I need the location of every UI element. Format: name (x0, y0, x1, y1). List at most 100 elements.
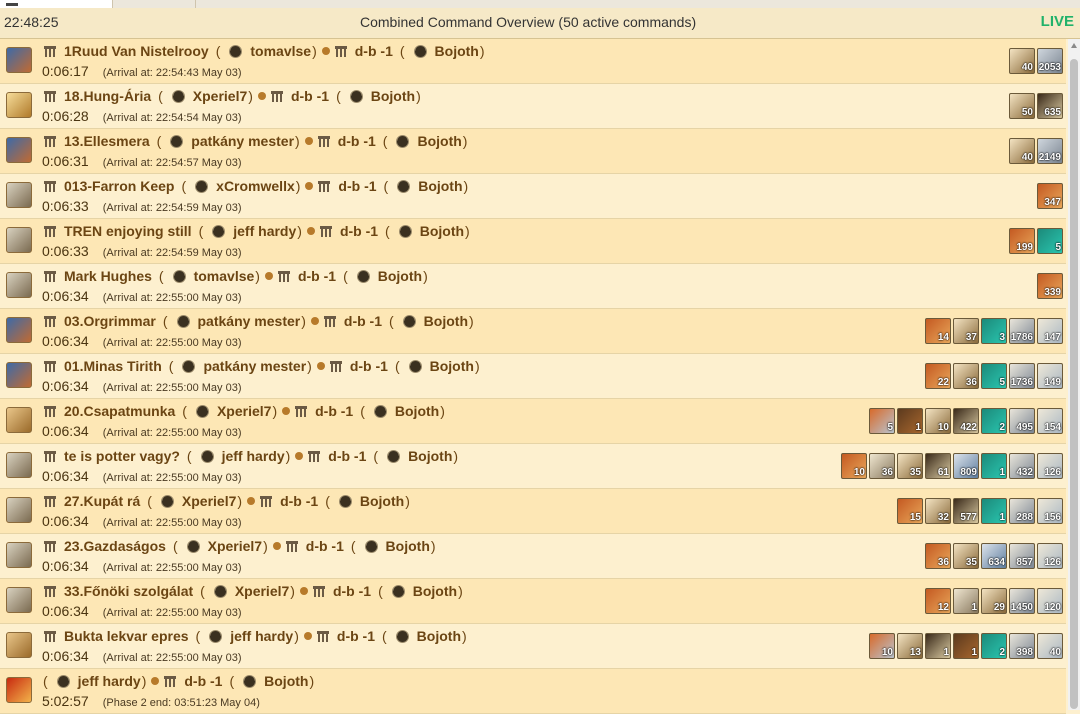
boat-unit-icon[interactable]: 1 (953, 633, 979, 659)
origin-player-link[interactable]: jeff hardy (222, 448, 285, 464)
origin-city-link[interactable]: 013-Farron Keep (64, 178, 174, 194)
sword-icon[interactable] (6, 92, 32, 118)
origin-city-link[interactable]: TREN enjoying still (64, 223, 192, 239)
sea-monster-unit-icon[interactable]: 2 (981, 633, 1007, 659)
target-player-link[interactable]: Bojoth (430, 358, 474, 374)
ship-unit-icon[interactable]: 149 (1037, 363, 1063, 389)
target-city-link[interactable]: d-b -1 (337, 628, 375, 644)
target-player-link[interactable]: Bojoth (386, 538, 430, 554)
flame-unit-icon[interactable]: 339 (1037, 273, 1063, 299)
target-player-link[interactable]: Bojoth (417, 133, 461, 149)
ram-unit-icon[interactable]: 29 (981, 588, 1007, 614)
ram-icon[interactable] (6, 362, 32, 388)
sea-monster-unit-icon[interactable]: 3 (981, 318, 1007, 344)
command-row[interactable]: 20.Csapatmunka (Xperiel7) d-b -1 (Bojoth) 0:… (0, 399, 1066, 444)
origin-player-link[interactable]: patkány mester (198, 313, 301, 329)
ram-icon[interactable] (6, 317, 32, 343)
origin-city-link[interactable]: 33.Főnöki szolgálat (64, 583, 193, 599)
origin-city-link[interactable]: 01.Minas Tirith (64, 358, 162, 374)
origin-player-link[interactable]: jeff hardy (233, 223, 296, 239)
command-row[interactable]: Bukta lekvar epres (jeff hardy) d-b -1 (Boj… (0, 624, 1066, 669)
ram-unit-icon[interactable]: 13 (897, 633, 923, 659)
fireship-unit-icon[interactable]: 10 (869, 633, 895, 659)
ram-unit-icon[interactable]: 35 (953, 543, 979, 569)
command-row[interactable]: (jeff hardy) d-b -1 (Bojoth) 5:02:57 (Phase … (0, 669, 1066, 714)
command-row[interactable]: te is potter vagy? (jeff hardy) d-b -1 (Boj… (0, 444, 1066, 489)
hoplite-unit-icon[interactable]: 1736 (1009, 363, 1035, 389)
ram-unit-icon[interactable]: 37 (953, 318, 979, 344)
origin-city-link[interactable]: 18.Hung-Ária (64, 88, 151, 104)
sail-unit-icon[interactable]: 36 (869, 453, 895, 479)
origin-player-link[interactable]: Xperiel7 (217, 403, 271, 419)
origin-player-link[interactable]: Xperiel7 (182, 493, 236, 509)
target-player-link[interactable]: Bojoth (418, 178, 462, 194)
target-player-link[interactable]: Bojoth (378, 268, 422, 284)
scrollbar[interactable] (1068, 39, 1080, 710)
target-player-link[interactable]: Bojoth (395, 403, 439, 419)
fire-icon[interactable] (6, 677, 32, 703)
hoplite-unit-icon[interactable]: 398 (1009, 633, 1035, 659)
sea-monster-unit-icon[interactable]: 2 (981, 408, 1007, 434)
command-row[interactable]: Mark Hughes (tomavlse) d-b -1 (Bojoth) 0:06:… (0, 264, 1066, 309)
spear-icon[interactable] (6, 407, 32, 433)
target-city-link[interactable]: d-b -1 (355, 43, 393, 59)
target-player-link[interactable]: Bojoth (417, 628, 461, 644)
origin-city-link[interactable]: te is potter vagy? (64, 448, 180, 464)
command-row[interactable]: 03.Orgrimmar (patkány mester) d-b -1 (Bojot… (0, 309, 1066, 354)
origin-player-link[interactable]: tomavlse (194, 268, 255, 284)
target-player-link[interactable]: Bojoth (360, 493, 404, 509)
target-city-link[interactable]: d-b -1 (340, 223, 378, 239)
ram-icon[interactable] (6, 47, 32, 73)
fireship-unit-icon[interactable]: 5 (869, 408, 895, 434)
flame-unit-icon[interactable]: 347 (1037, 183, 1063, 209)
target-city-link[interactable]: d-b -1 (344, 313, 382, 329)
scout-icon[interactable] (6, 542, 32, 568)
origin-city-link[interactable]: 27.Kupát rá (64, 493, 140, 509)
target-player-link[interactable]: Bojoth (408, 448, 452, 464)
target-player-link[interactable]: Bojoth (435, 43, 479, 59)
ram-unit-icon[interactable]: 10 (925, 408, 951, 434)
spear-icon[interactable] (6, 632, 32, 658)
catapult-unit-icon[interactable]: 1 (925, 633, 951, 659)
command-row[interactable]: 13.Ellesmera (patkány mester) d-b -1 (Bojot… (0, 129, 1066, 174)
origin-player-link[interactable]: jeff hardy (78, 673, 141, 689)
origin-city-link[interactable]: 13.Ellesmera (64, 133, 150, 149)
target-city-link[interactable]: d-b -1 (338, 133, 376, 149)
ship-unit-icon[interactable]: 120 (1037, 588, 1063, 614)
origin-city-link[interactable]: Bukta lekvar epres (64, 628, 189, 644)
sail-unit-icon[interactable]: 1 (953, 588, 979, 614)
catapult-unit-icon[interactable]: 61 (925, 453, 951, 479)
origin-player-link[interactable]: Xperiel7 (235, 583, 289, 599)
catapult-unit-icon[interactable]: 422 (953, 408, 979, 434)
ship-unit-icon[interactable]: 156 (1037, 498, 1063, 524)
ram-unit-icon[interactable]: 32 (925, 498, 951, 524)
hoplite-unit-icon[interactable]: 495 (1009, 408, 1035, 434)
target-city-link[interactable]: d-b -1 (315, 403, 353, 419)
sea-monster-unit-icon[interactable]: 5 (1037, 228, 1063, 254)
sea-monster-unit-icon[interactable]: 1 (981, 453, 1007, 479)
command-row[interactable]: 23.Gazdaságos (Xperiel7) d-b -1 (Bojoth) 0:0… (0, 534, 1066, 579)
target-player-link[interactable]: Bojoth (420, 223, 464, 239)
command-row[interactable]: 33.Főnöki szolgálat (Xperiel7) d-b -1 (Bojo… (0, 579, 1066, 624)
boat-unit-icon[interactable]: 1 (897, 408, 923, 434)
hoplite-unit-icon[interactable]: 432 (1009, 453, 1035, 479)
target-city-link[interactable]: d-b -1 (298, 268, 336, 284)
target-city-link[interactable]: d-b -1 (291, 88, 329, 104)
origin-player-link[interactable]: jeff hardy (230, 628, 293, 644)
target-player-link[interactable]: Bojoth (424, 313, 468, 329)
scout-icon[interactable] (6, 497, 32, 523)
target-city-link[interactable]: d-b -1 (280, 493, 318, 509)
target-city-link[interactable]: d-b -1 (350, 358, 388, 374)
ram-icon[interactable] (6, 137, 32, 163)
origin-player-link[interactable]: Xperiel7 (193, 88, 247, 104)
ship-unit-icon[interactable]: 147 (1037, 318, 1063, 344)
command-row[interactable]: 18.Hung-Ária (Xperiel7) d-b -1 (Bojoth) 0:06… (0, 84, 1066, 129)
scout-icon[interactable] (6, 227, 32, 253)
origin-city-link[interactable]: 20.Csapatmunka (64, 403, 175, 419)
spear-unit-icon[interactable]: 2053 (1037, 48, 1063, 74)
hoplite-unit-icon[interactable]: 1786 (1009, 318, 1035, 344)
browser-tab[interactable] (0, 0, 113, 8)
spear-unit-icon[interactable]: 2149 (1037, 138, 1063, 164)
scout-icon[interactable] (6, 182, 32, 208)
catapult-unit-icon[interactable]: 635 (1037, 93, 1063, 119)
